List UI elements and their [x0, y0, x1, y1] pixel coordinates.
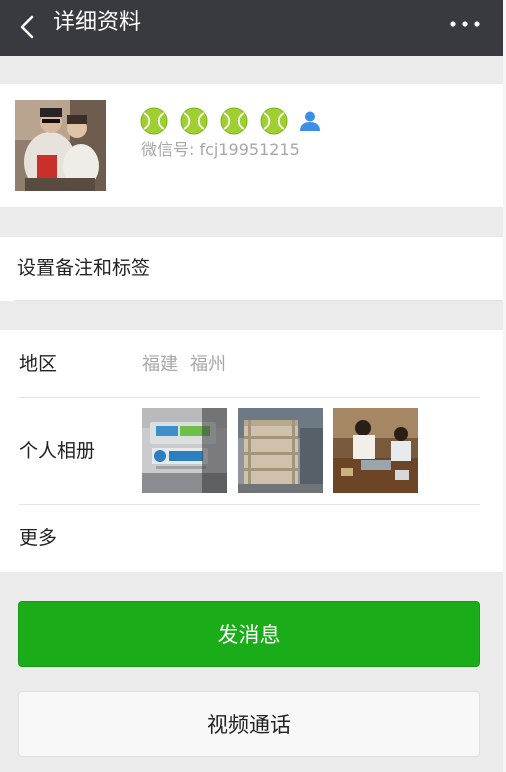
region-city: 福州	[190, 354, 226, 375]
divider	[19, 397, 480, 398]
back-arrow-icon[interactable]	[12, 10, 46, 44]
divider	[19, 504, 480, 505]
tennis-ball-icon	[260, 107, 288, 135]
video-call-button[interactable]: 视频通话	[18, 691, 480, 757]
tennis-ball-icon	[220, 107, 248, 135]
profile-card: 微信号: fcj19951215	[0, 84, 503, 207]
wechat-id: 微信号: fcj19951215	[141, 140, 300, 159]
page-title: 详细资料	[53, 10, 142, 35]
region-province: 福建	[142, 354, 178, 375]
more-options-icon[interactable]	[449, 14, 481, 34]
person-icon	[300, 111, 320, 131]
navbar: 详细资料	[0, 0, 503, 56]
tennis-ball-icon	[140, 107, 168, 135]
info-card: 地区 福建 福州 个人相册 更多	[0, 330, 503, 572]
badge-row	[140, 107, 322, 135]
avatar[interactable]	[15, 100, 106, 191]
send-message-button[interactable]: 发消息	[18, 601, 480, 667]
more-label[interactable]: 更多	[19, 524, 57, 552]
album-photo[interactable]	[333, 408, 418, 493]
album-photo[interactable]	[142, 408, 227, 493]
album-photo[interactable]	[238, 408, 323, 493]
remark-row[interactable]: 设置备注和标签	[0, 237, 503, 301]
region-label: 地区	[19, 353, 58, 375]
remark-label: 设置备注和标签	[17, 257, 151, 279]
album-label: 个人相册	[19, 440, 96, 462]
app-screen: 详细资料 微信号: fcj19951215 设置备注和标签 地区 福建 福州 个…	[0, 0, 503, 772]
region-value: 福建 福州	[142, 352, 226, 378]
divider	[15, 300, 503, 301]
tennis-ball-icon	[180, 107, 208, 135]
